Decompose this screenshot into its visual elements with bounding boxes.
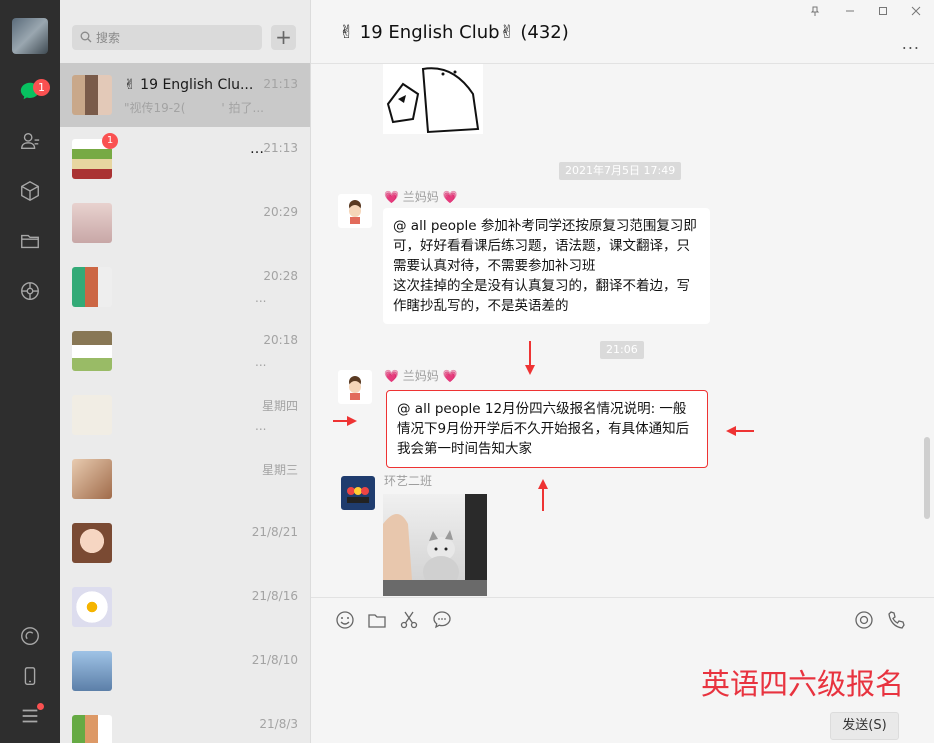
annotation-arrow-left	[726, 426, 754, 436]
nav-bar: 1	[0, 0, 60, 743]
group-avatar	[72, 715, 112, 743]
conversation-item[interactable]: 20:29	[60, 191, 310, 255]
send-button[interactable]: 发送(S)	[830, 712, 899, 740]
chat-unread-badge: 1	[33, 79, 50, 96]
scissors-icon[interactable]	[399, 610, 419, 630]
chat-title: ✌ 19 English Club✌ (432)	[339, 22, 569, 43]
conversation-preview: ...	[255, 355, 267, 369]
heart-icon: 💗	[384, 369, 399, 383]
conversation-preview: ...	[255, 291, 267, 305]
minimize-icon[interactable]	[843, 6, 857, 19]
message-bubble[interactable]: @ all people 参加补考同学还按原复习范围复习即可，好好看看课后练习题…	[383, 208, 710, 324]
overlay-caption: 英语四六级报名	[701, 667, 905, 701]
highlighted-message-bubble[interactable]: @ all people 12月份四六级报名情况说明: 一般情况下9月份开学后不…	[386, 390, 708, 468]
group-avatar	[72, 331, 112, 371]
sender-avatar[interactable]	[338, 194, 372, 228]
conversation-item[interactable]: 星期四 ...	[60, 383, 310, 447]
chat-header: ✌ 19 English Club✌ (432) ...	[311, 0, 934, 64]
conversation-item[interactable]: 21/8/3	[60, 703, 310, 743]
conversation-time: 20:18	[263, 333, 298, 347]
group-avatar	[72, 75, 112, 115]
contact-avatar	[72, 203, 112, 243]
annotation-arrow-down	[525, 341, 535, 375]
contact-avatar	[72, 459, 112, 499]
live-icon[interactable]	[854, 610, 874, 630]
menu-notification-dot	[37, 703, 44, 710]
heart-icon: 💗	[442, 369, 458, 383]
moments-icon[interactable]	[18, 280, 42, 304]
maximize-icon[interactable]	[876, 6, 890, 19]
contact-avatar	[72, 395, 112, 435]
conversation-item[interactable]: ✌ 19 English Clu... 21:13 "视传19-2( ' 拍了.…	[60, 63, 310, 127]
chat-panel: ✌ 19 English Club✌ (432) ... 2021年7月5日 1…	[311, 0, 934, 743]
contact-avatar	[72, 587, 112, 627]
sticker-image[interactable]	[383, 64, 483, 134]
sender-name-text: 兰妈妈	[402, 190, 439, 204]
conversation-time: 20:28	[263, 269, 298, 283]
contact-avatar	[72, 523, 112, 563]
annotation-arrow-up	[538, 479, 548, 511]
group-avatar	[72, 267, 112, 307]
conversation-item[interactable]: 星期三	[60, 447, 310, 511]
sender-name-text: 兰妈妈	[402, 369, 439, 383]
pin-icon[interactable]	[808, 6, 822, 19]
sender-avatar[interactable]	[338, 370, 372, 404]
conversation-item[interactable]: 20:28 ...	[60, 255, 310, 319]
search-icon	[80, 31, 92, 43]
conversation-item[interactable]: 21/8/21	[60, 511, 310, 575]
voice-call-icon[interactable]	[887, 610, 907, 630]
conversation-item[interactable]: 21/8/16	[60, 575, 310, 639]
close-icon[interactable]	[909, 6, 923, 19]
sender-name: 💗 兰妈妈 💗	[384, 188, 458, 205]
conversation-time: 21:13	[263, 141, 298, 155]
timestamp: 21:06	[600, 341, 644, 359]
message-input[interactable]: 英语四六级报名 发送(S)	[311, 643, 934, 743]
conversation-time: 星期四	[261, 399, 298, 413]
conversation-list: 搜索 + ✌ 19 English Clu... 21:13 "视传19-2( …	[60, 0, 311, 743]
conversation-time: 21/8/16	[251, 589, 298, 603]
heart-icon: 💗	[384, 190, 399, 204]
folder-icon[interactable]	[18, 230, 42, 254]
conversation-time: 21/8/10	[251, 653, 298, 667]
message-list: 2021年7月5日 17:49 💗 兰妈妈 💗 @ all people 参加补…	[311, 64, 934, 596]
input-toolbar	[311, 597, 934, 644]
conversation-time: 21:13	[263, 77, 298, 91]
phone-icon[interactable]	[18, 665, 42, 689]
search-box[interactable]: 搜索	[72, 25, 262, 50]
sender-name: 💗 兰妈妈 💗	[384, 367, 458, 384]
sender-name: 环艺二班	[384, 474, 433, 488]
conversation-preview: ...	[255, 419, 267, 433]
favorites-icon[interactable]	[18, 180, 42, 204]
conversation-time: 星期三	[261, 463, 298, 477]
sender-avatar[interactable]	[341, 476, 375, 510]
mini-program-icon[interactable]	[18, 625, 42, 649]
contacts-icon[interactable]	[18, 130, 42, 154]
conversation-preview: "视传19-2( ' 拍了...	[124, 101, 264, 115]
chat-history-icon[interactable]	[432, 610, 452, 630]
conversation-time: 21/8/3	[259, 717, 298, 731]
cat-photo[interactable]	[383, 494, 487, 596]
heart-icon: 💗	[442, 190, 458, 204]
conversation-item[interactable]: 21/8/10	[60, 639, 310, 703]
contact-avatar	[72, 651, 112, 691]
conversation-item[interactable]: 1 … 21:13	[60, 127, 310, 191]
folder-icon[interactable]	[367, 610, 387, 630]
search-input[interactable]: 搜索	[96, 29, 120, 46]
conversation-time: 21/8/21	[251, 525, 298, 539]
unread-badge: 1	[102, 133, 118, 149]
more-options-button[interactable]: ...	[902, 34, 920, 53]
conversation-item[interactable]: 20:18 ...	[60, 319, 310, 383]
emoji-icon[interactable]	[335, 610, 355, 630]
conversation-name: ✌ 19 English Clu...	[124, 77, 254, 93]
annotation-arrow-right	[333, 416, 357, 426]
conversation-time: 20:29	[263, 205, 298, 219]
user-avatar[interactable]	[12, 18, 48, 54]
scrollbar[interactable]	[924, 437, 930, 519]
add-button[interactable]: +	[271, 25, 296, 50]
timestamp: 2021年7月5日 17:49	[559, 162, 682, 180]
